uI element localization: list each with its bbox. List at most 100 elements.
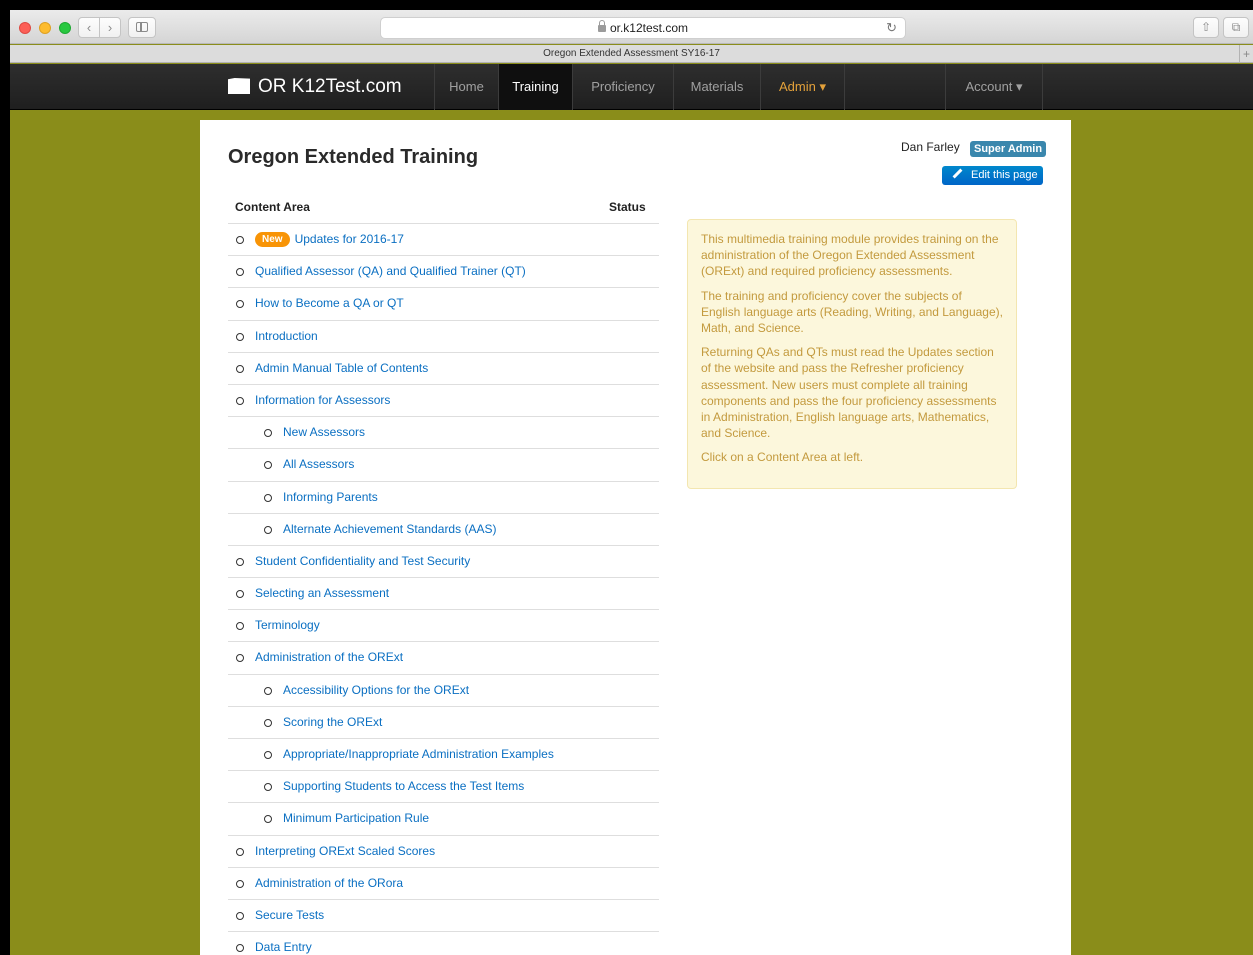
info-box: This multimedia training module provides… [687,219,1017,489]
content-link-text: Information for Assessors [255,392,391,407]
tab-title[interactable]: Oregon Extended Assessment SY16-17 [543,48,720,59]
nav-divider [844,64,845,110]
content-link[interactable]: How to Become a QA or QT [255,288,404,319]
content-row[interactable]: How to Become a QA or QT [228,287,659,319]
edit-page-button[interactable]: Edit this page [942,166,1043,185]
column-header-status: Status [609,200,646,214]
status-circle-icon [236,236,244,244]
content-row[interactable]: New Assessors [228,416,659,448]
status-circle-icon [264,783,272,792]
content-link[interactable]: Admin Manual Table of Contents [255,353,428,384]
content-link-text: Accessibility Options for the ORExt [283,682,470,697]
content-row[interactable]: Administration of the ORora [228,866,659,899]
nav-home[interactable]: Home [435,64,498,110]
content-link[interactable]: Secure Tests [255,900,324,931]
content-link[interactable]: Appropriate/Inappropriate Administration… [283,739,554,770]
content-row[interactable]: Accessibility Options for the ORExt [228,673,659,706]
content-row[interactable]: All Assessors [228,448,659,480]
close-window-button[interactable] [19,22,31,34]
minimize-window-button[interactable] [39,22,51,34]
zoom-window-button[interactable] [59,22,71,34]
sidebar-toggle-button[interactable] [128,17,156,38]
tabs-overview-button[interactable]: ⧉ [1223,17,1249,38]
content-link[interactable]: Data Entry [255,932,312,955]
status-circle-icon [264,815,272,824]
content-link[interactable]: Administration of the ORExt [255,642,403,673]
content-link[interactable]: New Updates for 2016-17 [255,224,404,255]
content-row[interactable]: New Updates for 2016-17 [228,223,659,255]
content-row[interactable]: Qualified Assessor (QA) and Qualified Tr… [228,255,659,287]
nav-admin-dropdown[interactable]: Admin ▾ [761,64,844,110]
content-link-text: Admin Manual Table of Contents [255,360,429,375]
content-link-text: Alternate Achievement Standards (AAS) [283,521,497,536]
content-link-text: Introduction [255,328,318,343]
share-button[interactable]: ⇧ [1193,17,1219,38]
content-row[interactable]: Administration of the ORExt [228,641,659,673]
brand-link[interactable]: OR K12Test.com [228,73,402,101]
content-link[interactable]: New Assessors [283,417,365,448]
nav-training[interactable]: Training [499,64,572,110]
content-link[interactable]: Qualified Assessor (QA) and Qualified Tr… [255,256,526,287]
status-circle-icon [236,654,244,663]
content-row[interactable]: Scoring the ORExt [228,705,659,738]
content-row[interactable]: Introduction [228,319,659,352]
content-link[interactable]: Accessibility Options for the ORExt [283,675,469,706]
nav-divider [1042,64,1043,110]
content-row[interactable]: Appropriate/Inappropriate Administration… [228,738,659,770]
back-button[interactable]: ‹ [78,17,100,38]
reload-icon[interactable]: ↻ [886,18,897,38]
nav-materials[interactable]: Materials [674,64,760,110]
content-link-text: How to Become a QA or QT [255,296,404,311]
content-row[interactable]: Interpreting ORExt Scaled Scores [228,834,659,867]
oregon-state-icon [228,78,250,94]
content-link-text: New Assessors [283,425,366,440]
content-row[interactable]: Selecting an Assessment [228,577,659,609]
status-circle-icon [236,300,244,309]
forward-button[interactable]: › [99,17,121,38]
nav-proficiency[interactable]: Proficiency [573,64,673,110]
content-row[interactable]: Data Entry [228,931,659,955]
status-circle-icon [236,332,244,341]
content-link[interactable]: Student Confidentiality and Test Securit… [255,546,470,577]
page-title: Oregon Extended Training [228,146,479,168]
content-row[interactable]: Informing Parents [228,480,659,513]
pencil-icon [952,168,963,179]
status-circle-icon [264,429,272,438]
content-area-list: New Updates for 2016-17 Qualified Assessor… [228,223,659,955]
content-row[interactable]: Terminology [228,609,659,641]
content-link[interactable]: Information for Assessors [255,385,390,416]
url-text: or.k12test.com [609,21,689,35]
content-link[interactable]: Selecting an Assessment [255,578,389,609]
status-circle-icon [236,396,244,405]
content-link[interactable]: Minimum Participation Rule [283,803,429,834]
status-circle-icon [264,493,272,502]
content-link[interactable]: Supporting Students to Access the Test I… [283,771,524,802]
content-link[interactable]: Informing Parents [283,482,378,513]
content-link[interactable]: Interpreting ORExt Scaled Scores [255,836,435,867]
content-link-text: Selecting an Assessment [255,586,390,601]
new-badge: New [255,232,290,247]
content-row[interactable]: Admin Manual Table of Contents [228,351,659,384]
content-row[interactable]: Information for Assessors [228,383,659,416]
content-row[interactable]: Alternate Achievement Standards (AAS) [228,512,659,545]
status-circle-icon [264,686,272,695]
content-link[interactable]: All Assessors [283,449,354,480]
tab-bar: Oregon Extended Assessment SY16-17 + [10,45,1253,63]
content-link[interactable]: Alternate Achievement Standards (AAS) [283,514,496,545]
address-bar[interactable]: or.k12test.com ↻ [380,17,906,39]
edit-page-label: Edit this page [971,169,1038,181]
content-panel: Oregon Extended Training Dan Farley Supe… [200,120,1071,955]
content-link-text: Data Entry [255,940,312,955]
content-link[interactable]: Administration of the ORora [255,868,403,899]
content-row[interactable]: Student Confidentiality and Test Securit… [228,544,659,577]
content-row[interactable]: Secure Tests [228,898,659,931]
nav-account-dropdown[interactable]: Account ▾ [946,64,1042,110]
content-row[interactable]: Minimum Participation Rule [228,802,659,834]
browser-window: ‹ › or.k12test.com ↻ ⇧ ⧉ Oregon Extended… [10,10,1253,955]
content-link[interactable]: Introduction [255,321,318,352]
content-row[interactable]: Supporting Students to Access the Test I… [228,770,659,802]
new-tab-button[interactable]: + [1239,45,1253,63]
content-link[interactable]: Scoring the ORExt [283,707,382,738]
content-link[interactable]: Terminology [255,610,320,641]
lock-icon [597,20,606,32]
